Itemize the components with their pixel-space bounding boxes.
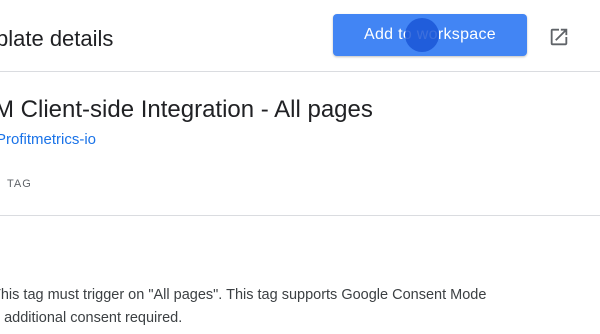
description-line: o additional consent required.: [0, 310, 183, 326]
template-type-label: TAG: [7, 178, 32, 190]
template-name: M Client-side Integration - All pages: [0, 96, 373, 123]
open-in-new-icon[interactable]: [546, 24, 572, 50]
template-description: This tag must trigger on "All pages". Th…: [0, 284, 600, 330]
template-details-page: plate details Add to workspace M Client-…: [0, 0, 600, 334]
page-title: plate details: [0, 26, 114, 51]
add-to-workspace-button[interactable]: Add to workspace: [333, 14, 527, 56]
divider: [0, 215, 600, 216]
description-line: This tag must trigger on "All pages". Th…: [0, 287, 487, 303]
header-bar: plate details Add to workspace: [0, 0, 600, 72]
publisher-link[interactable]: Profitmetrics-io: [0, 131, 96, 148]
